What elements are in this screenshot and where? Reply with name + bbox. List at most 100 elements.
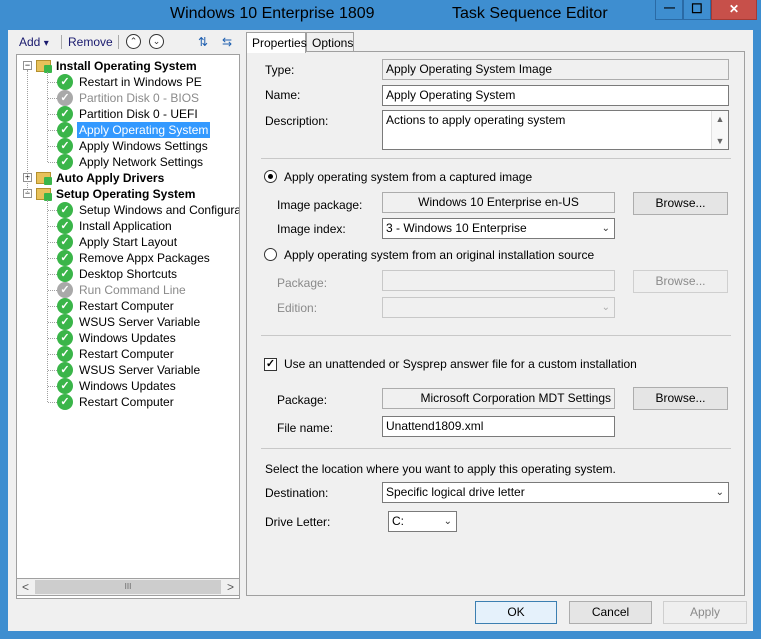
- divider: [261, 448, 731, 449]
- tree-step[interactable]: ✓ WSUS Server Variable: [48, 362, 239, 378]
- original-browse-button[interactable]: Browse...: [633, 270, 728, 293]
- unattend-browse-button[interactable]: Browse...: [633, 387, 728, 410]
- tree-row-label: Restart Computer: [79, 395, 174, 409]
- tree-connector: [48, 242, 57, 243]
- tree-horizontal-scrollbar[interactable]: < III >: [16, 578, 240, 596]
- tree-toolbar: Add ▾ Remove ⌃ ⌄ ⇅ ⇆: [8, 30, 241, 54]
- tree-step[interactable]: ✓ Partition Disk 0 - UEFI: [48, 106, 239, 122]
- tree-row-label: Restart Computer: [79, 299, 174, 313]
- scroll-left-icon[interactable]: <: [17, 579, 34, 595]
- captured-image-label[interactable]: Apply operating system from a captured i…: [284, 170, 532, 184]
- scroll-down-icon[interactable]: ▼: [712, 133, 728, 149]
- type-value: Apply Operating System Image: [382, 59, 729, 80]
- tree-step[interactable]: ✓ Install Application: [48, 218, 239, 234]
- description-label: Description:: [265, 114, 329, 128]
- step-status-check-icon: ✓: [57, 90, 73, 106]
- maximize-icon: ☐: [691, 1, 703, 16]
- tree-step[interactable]: ✓ Remove Appx Packages: [48, 250, 239, 266]
- apply-button[interactable]: Apply: [663, 601, 747, 624]
- tree-step[interactable]: ✓ Apply Network Settings: [48, 154, 239, 170]
- tree-group[interactable]: + Auto Apply Drivers: [23, 170, 239, 186]
- tree-connector: [48, 114, 57, 115]
- destination-select[interactable]: Specific logical drive letter ⌄: [382, 482, 729, 503]
- task-sequence-tree[interactable]: − Install Operating System ✓ Restart in Win…: [16, 54, 240, 599]
- tree-connector: [48, 162, 57, 163]
- tree-step[interactable]: ✓ Restart Computer: [48, 346, 239, 362]
- tree-step[interactable]: ✓ Restart Computer: [48, 298, 239, 314]
- captured-image-radio[interactable]: [264, 170, 277, 183]
- tree-step[interactable]: ✓ Windows Updates: [48, 330, 239, 346]
- chevron-down-icon: ⌄: [601, 223, 610, 234]
- unattend-label[interactable]: Use an unattended or Sysprep answer file…: [284, 357, 637, 371]
- tree-step[interactable]: ✓ Apply Windows Settings: [48, 138, 239, 154]
- drive-letter-select[interactable]: C: ⌄: [388, 511, 457, 532]
- tab-options[interactable]: Options: [306, 32, 354, 52]
- minimize-button[interactable]: —: [655, 0, 683, 20]
- tree-step[interactable]: ✓ Restart in Windows PE: [48, 74, 239, 90]
- scroll-thumb[interactable]: III: [35, 580, 221, 594]
- image-index-value: 3 - Windows 10 Enterprise: [386, 221, 527, 235]
- name-input[interactable]: Apply Operating System: [382, 85, 729, 106]
- description-textarea[interactable]: Actions to apply operating system ▲ ▼: [382, 110, 729, 150]
- tree-step[interactable]: ✓ Setup Windows and Configuration: [48, 202, 239, 218]
- remove-button[interactable]: Remove: [68, 35, 113, 49]
- destination-value: Specific logical drive letter: [386, 485, 525, 499]
- folder-icon: [36, 188, 52, 201]
- step-status-check-icon: ✓: [57, 394, 73, 410]
- title-bar[interactable]: Windows 10 Enterprise 1809 Task Sequence…: [0, 0, 761, 30]
- image-browse-button[interactable]: Browse...: [633, 192, 728, 215]
- tree-step[interactable]: ✓ Run Command Line: [48, 282, 239, 298]
- name-label: Name:: [265, 88, 301, 102]
- tree-row-label: WSUS Server Variable: [79, 315, 201, 329]
- tree-step[interactable]: ✓ Restart Computer: [48, 394, 239, 410]
- tree-group[interactable]: − Setup Operating System: [23, 186, 239, 202]
- ok-button[interactable]: OK: [475, 601, 557, 624]
- scroll-right-icon[interactable]: >: [222, 579, 239, 595]
- tree-step[interactable]: ✓ Apply Start Layout: [48, 234, 239, 250]
- maximize-button[interactable]: ☐: [683, 0, 711, 20]
- scroll-up-icon[interactable]: ▲: [712, 111, 728, 127]
- sort-icon[interactable]: ⇅: [195, 34, 211, 50]
- tree-step[interactable]: ✓ Partition Disk 0 - BIOS: [48, 90, 239, 106]
- dialog-client: Add ▾ Remove ⌃ ⌄ ⇅ ⇆ − Install Operating …: [8, 30, 753, 631]
- unattend-package-value: Microsoft Corporation MDT Settings: [382, 388, 615, 409]
- toolbar-divider: [61, 35, 62, 49]
- image-index-select[interactable]: 3 - Windows 10 Enterprise ⌄: [382, 218, 615, 239]
- original-source-label[interactable]: Apply operating system from an original …: [284, 248, 594, 262]
- tree-connector: [48, 370, 57, 371]
- drive-letter-label: Drive Letter:: [265, 515, 331, 529]
- chevron-down-icon: ⌄: [715, 487, 724, 498]
- edition-select[interactable]: ⌄: [382, 297, 615, 318]
- step-status-check-icon: ✓: [57, 362, 73, 378]
- tree-connector: [48, 226, 57, 227]
- move-up-icon[interactable]: ⌃: [126, 34, 141, 49]
- window: Windows 10 Enterprise 1809 Task Sequence…: [0, 0, 761, 639]
- step-status-check-icon: ✓: [57, 74, 73, 90]
- indent-icon[interactable]: ⇆: [219, 34, 235, 50]
- window-title: Windows 10 Enterprise 1809: [170, 5, 375, 22]
- description-text: Actions to apply operating system: [386, 113, 566, 127]
- tree-step[interactable]: ✓ WSUS Server Variable: [48, 314, 239, 330]
- tree-group[interactable]: − Install Operating System: [23, 58, 239, 74]
- tree-row-label: Restart Computer: [79, 347, 174, 361]
- add-menu-button[interactable]: Add ▾: [19, 35, 49, 49]
- move-down-icon[interactable]: ⌄: [149, 34, 164, 49]
- original-source-radio[interactable]: [264, 248, 277, 261]
- tree-step[interactable]: ✓ Desktop Shortcuts: [48, 266, 239, 282]
- description-scrollbar[interactable]: ▲ ▼: [711, 111, 728, 149]
- collapse-icon[interactable]: −: [23, 61, 32, 70]
- tree-step[interactable]: ✓ Windows Updates: [48, 378, 239, 394]
- file-name-label: File name:: [277, 421, 334, 435]
- tree-step[interactable]: ✓ Apply Operating System: [48, 122, 239, 138]
- file-name-input[interactable]: Unattend1809.xml: [382, 416, 615, 437]
- minimize-icon: —: [664, 2, 675, 14]
- tree-row-label: Setup Operating System: [56, 187, 196, 201]
- tab-properties[interactable]: Properties: [246, 32, 307, 53]
- cancel-button[interactable]: Cancel: [569, 601, 652, 624]
- unattend-checkbox[interactable]: ✓: [264, 358, 277, 371]
- close-button[interactable]: ✕: [711, 0, 757, 20]
- tree-connector: [48, 354, 57, 355]
- edition-label: Edition:: [277, 301, 318, 315]
- tree-row-label: Partition Disk 0 - BIOS: [79, 91, 200, 105]
- tree-row-label: Run Command Line: [79, 283, 186, 297]
